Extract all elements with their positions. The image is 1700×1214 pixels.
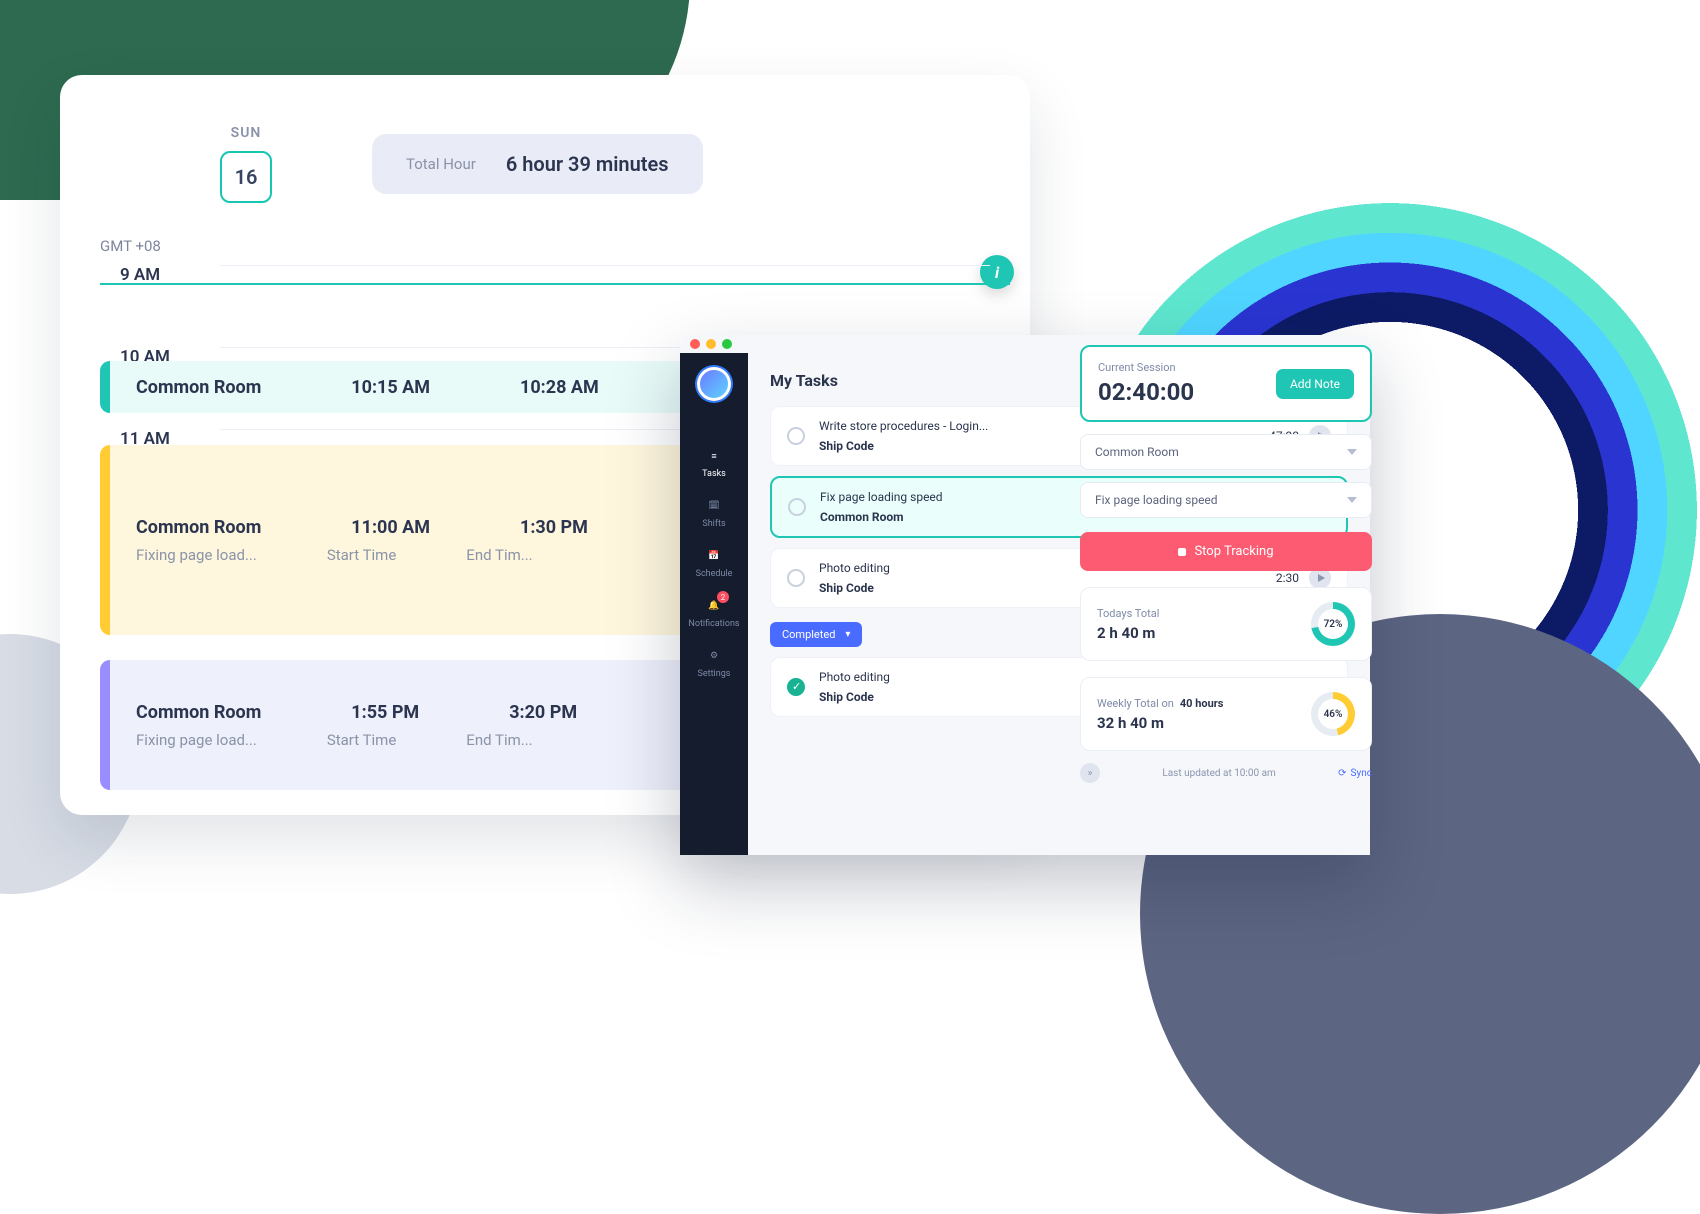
sidebar-item-label: Shifts	[702, 519, 725, 529]
session-label: Current Session	[1098, 361, 1194, 374]
sync-label: Sync	[1351, 768, 1372, 779]
last-updated: Last updated at 10:00 am	[1162, 768, 1275, 779]
session-time: 02:40:00	[1098, 378, 1194, 406]
sync-icon: ⟳	[1338, 768, 1346, 779]
sidebar-item-shifts[interactable]: 🗓 Shifts	[688, 497, 739, 529]
weekly-total-label: Weekly Total on	[1097, 697, 1174, 710]
stop-tracking-button[interactable]: Stop Tracking	[1080, 532, 1372, 571]
avatar[interactable]	[697, 367, 731, 401]
add-note-button[interactable]: Add Note	[1276, 369, 1354, 399]
window-minimize-icon[interactable]	[706, 339, 716, 349]
project-select-value: Common Room	[1095, 445, 1179, 459]
chevron-down-icon: ▾	[845, 629, 850, 640]
timezone-label: GMT +08	[100, 237, 990, 255]
appointment-end-label: End Tim...	[466, 731, 532, 749]
project-select[interactable]: Common Room	[1080, 434, 1372, 470]
task-select-value: Fix page loading speed	[1095, 493, 1218, 507]
window-maximize-icon[interactable]	[722, 339, 732, 349]
current-time-line	[100, 283, 1010, 285]
appointment-start-label: Start Time	[327, 731, 396, 749]
task-checkbox[interactable]	[788, 498, 806, 516]
appointment-accent	[100, 660, 110, 790]
shifts-icon: 🗓	[705, 497, 723, 515]
appointment-end-label: End Tim...	[466, 546, 532, 564]
total-hour-pill: Total Hour 6 hour 39 minutes	[372, 134, 703, 194]
weekly-donut: 46%	[1311, 692, 1355, 736]
appointment-title: Common Room	[136, 702, 261, 723]
appointment-start-label: Start Time	[327, 546, 396, 564]
sidebar-item-label: Notifications	[688, 619, 739, 629]
total-hour-label: Total Hour	[406, 155, 476, 173]
weekly-total-value: 32 h 40 m	[1097, 714, 1223, 732]
task-checkbox-done[interactable]	[787, 678, 805, 696]
appointment-detail: Fixing page load...	[136, 546, 257, 564]
settings-icon: ⚙	[705, 647, 723, 665]
today-pct: 72%	[1324, 619, 1343, 630]
weekly-target: 40 hours	[1180, 697, 1224, 710]
day-label: SUN	[231, 125, 262, 141]
schedule-icon: 📅	[705, 547, 723, 565]
today-donut: 72%	[1311, 602, 1355, 646]
today-total-value: 2 h 40 m	[1097, 624, 1159, 642]
completed-label: Completed	[782, 628, 835, 641]
sidebar-item-label: Settings	[698, 669, 731, 679]
task-checkbox[interactable]	[787, 569, 805, 587]
tasks-title: My Tasks	[770, 371, 838, 390]
appointment-end: 3:20 PM	[509, 702, 577, 723]
today-total-card: Todays Total 2 h 40 m 72%	[1080, 587, 1372, 661]
sidebar-item-settings[interactable]: ⚙ Settings	[688, 647, 739, 679]
expand-button[interactable]: »	[1080, 763, 1100, 783]
stop-tracking-label: Stop Tracking	[1194, 544, 1273, 559]
task-checkbox[interactable]	[787, 427, 805, 445]
total-hour-value: 6 hour 39 minutes	[506, 152, 669, 176]
appointment-accent	[100, 445, 110, 635]
appointment-start: 1:55 PM	[351, 702, 419, 723]
completed-toggle[interactable]: Completed ▾	[770, 622, 862, 647]
sync-button[interactable]: ⟳ Sync	[1338, 768, 1372, 779]
today-total-label: Todays Total	[1097, 607, 1159, 620]
sidebar-item-schedule[interactable]: 📅 Schedule	[688, 547, 739, 579]
stop-icon	[1178, 548, 1186, 556]
appointment-end: 1:30 PM	[520, 517, 588, 538]
chevron-down-icon	[1347, 497, 1357, 503]
appointment-title: Common Room	[136, 377, 261, 398]
window-close-icon[interactable]	[690, 339, 700, 349]
weekly-total-card: Weekly Total on 40 hours 32 h 40 m 46%	[1080, 677, 1372, 751]
day-box[interactable]: 16	[220, 151, 272, 203]
appointment-detail: Fixing page load...	[136, 731, 257, 749]
sidebar-item-label: Tasks	[702, 469, 726, 479]
hour-label: 9 AM	[120, 265, 200, 285]
appointment-end: 10:28 AM	[520, 377, 599, 398]
session-card: Current Session 02:40:00 Add Note	[1080, 345, 1372, 422]
sidebar-item-label: Schedule	[696, 569, 733, 579]
weekly-pct: 46%	[1324, 709, 1343, 720]
tasks-icon: ≡	[705, 447, 723, 465]
notification-badge: 2	[717, 591, 729, 603]
session-panel: Current Session 02:40:00 Add Note Common…	[1080, 345, 1372, 845]
appointment-title: Common Room	[136, 517, 261, 538]
sidebar-item-notifications[interactable]: 🔔 2 Notifications	[688, 597, 739, 629]
sidebar-item-tasks[interactable]: ≡ Tasks	[688, 447, 739, 479]
appointment-accent	[100, 361, 110, 413]
sidebar: ≡ Tasks 🗓 Shifts 📅 Schedule 🔔 2 Notificatio…	[680, 353, 748, 855]
appointment-start: 11:00 AM	[351, 517, 430, 538]
task-select[interactable]: Fix page loading speed	[1080, 482, 1372, 518]
appointment-start: 10:15 AM	[351, 377, 430, 398]
chevron-down-icon	[1347, 449, 1357, 455]
